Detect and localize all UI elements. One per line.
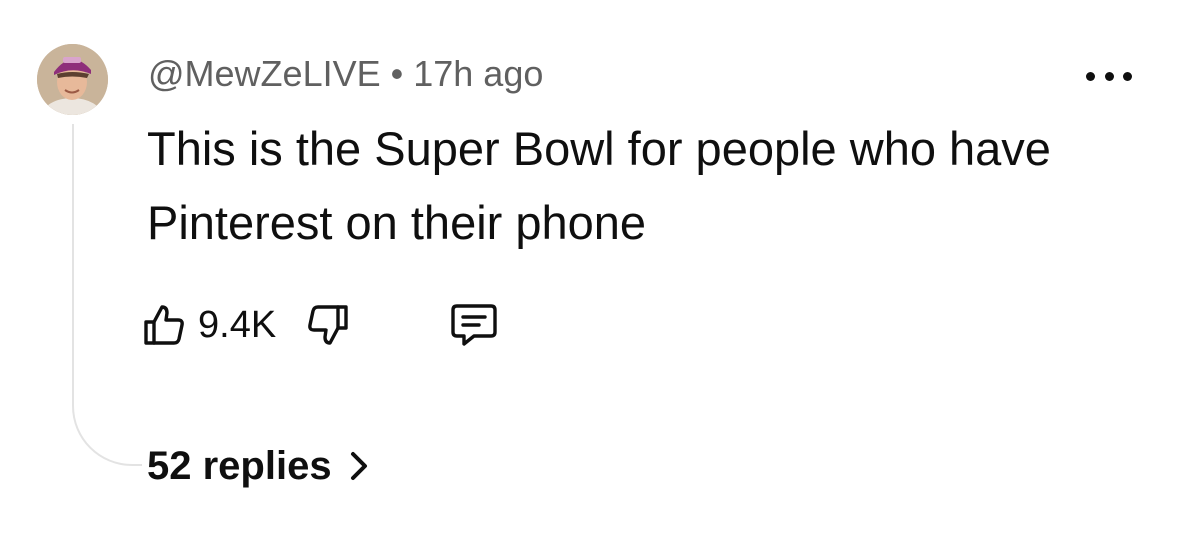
- like-count: 9.4K: [198, 303, 277, 346]
- like-button[interactable]: 9.4K: [140, 301, 276, 349]
- comment-text: This is the Super Bowl for people who ha…: [147, 122, 1051, 249]
- more-options-button[interactable]: [1086, 64, 1132, 88]
- comment-bubble-icon: [451, 304, 497, 346]
- view-replies-button[interactable]: 52 replies: [147, 440, 370, 492]
- comment-actions: 9.4K: [140, 300, 500, 350]
- user-avatar-photo: [37, 44, 108, 115]
- thumbs-down-icon: [308, 305, 348, 345]
- author-handle[interactable]: @MewZeLIVE: [148, 53, 381, 94]
- thread-connector-line: [72, 124, 142, 466]
- chevron-right-icon: [350, 452, 367, 480]
- dislike-button[interactable]: [304, 301, 352, 349]
- more-horizontal-icon: [1086, 71, 1095, 81]
- comment-card: @MewZeLIVE • 17h ago This is the Super Bow…: [0, 0, 1179, 553]
- avatar[interactable]: [37, 44, 108, 115]
- replies-count-label: 52 replies: [147, 444, 332, 488]
- thumbs-up-icon: [144, 305, 184, 345]
- comment-header: @MewZeLIVE • 17h ago: [148, 52, 543, 96]
- timestamp: 17h ago: [413, 53, 544, 94]
- separator-dot: •: [390, 53, 404, 94]
- reply-button[interactable]: [448, 300, 500, 350]
